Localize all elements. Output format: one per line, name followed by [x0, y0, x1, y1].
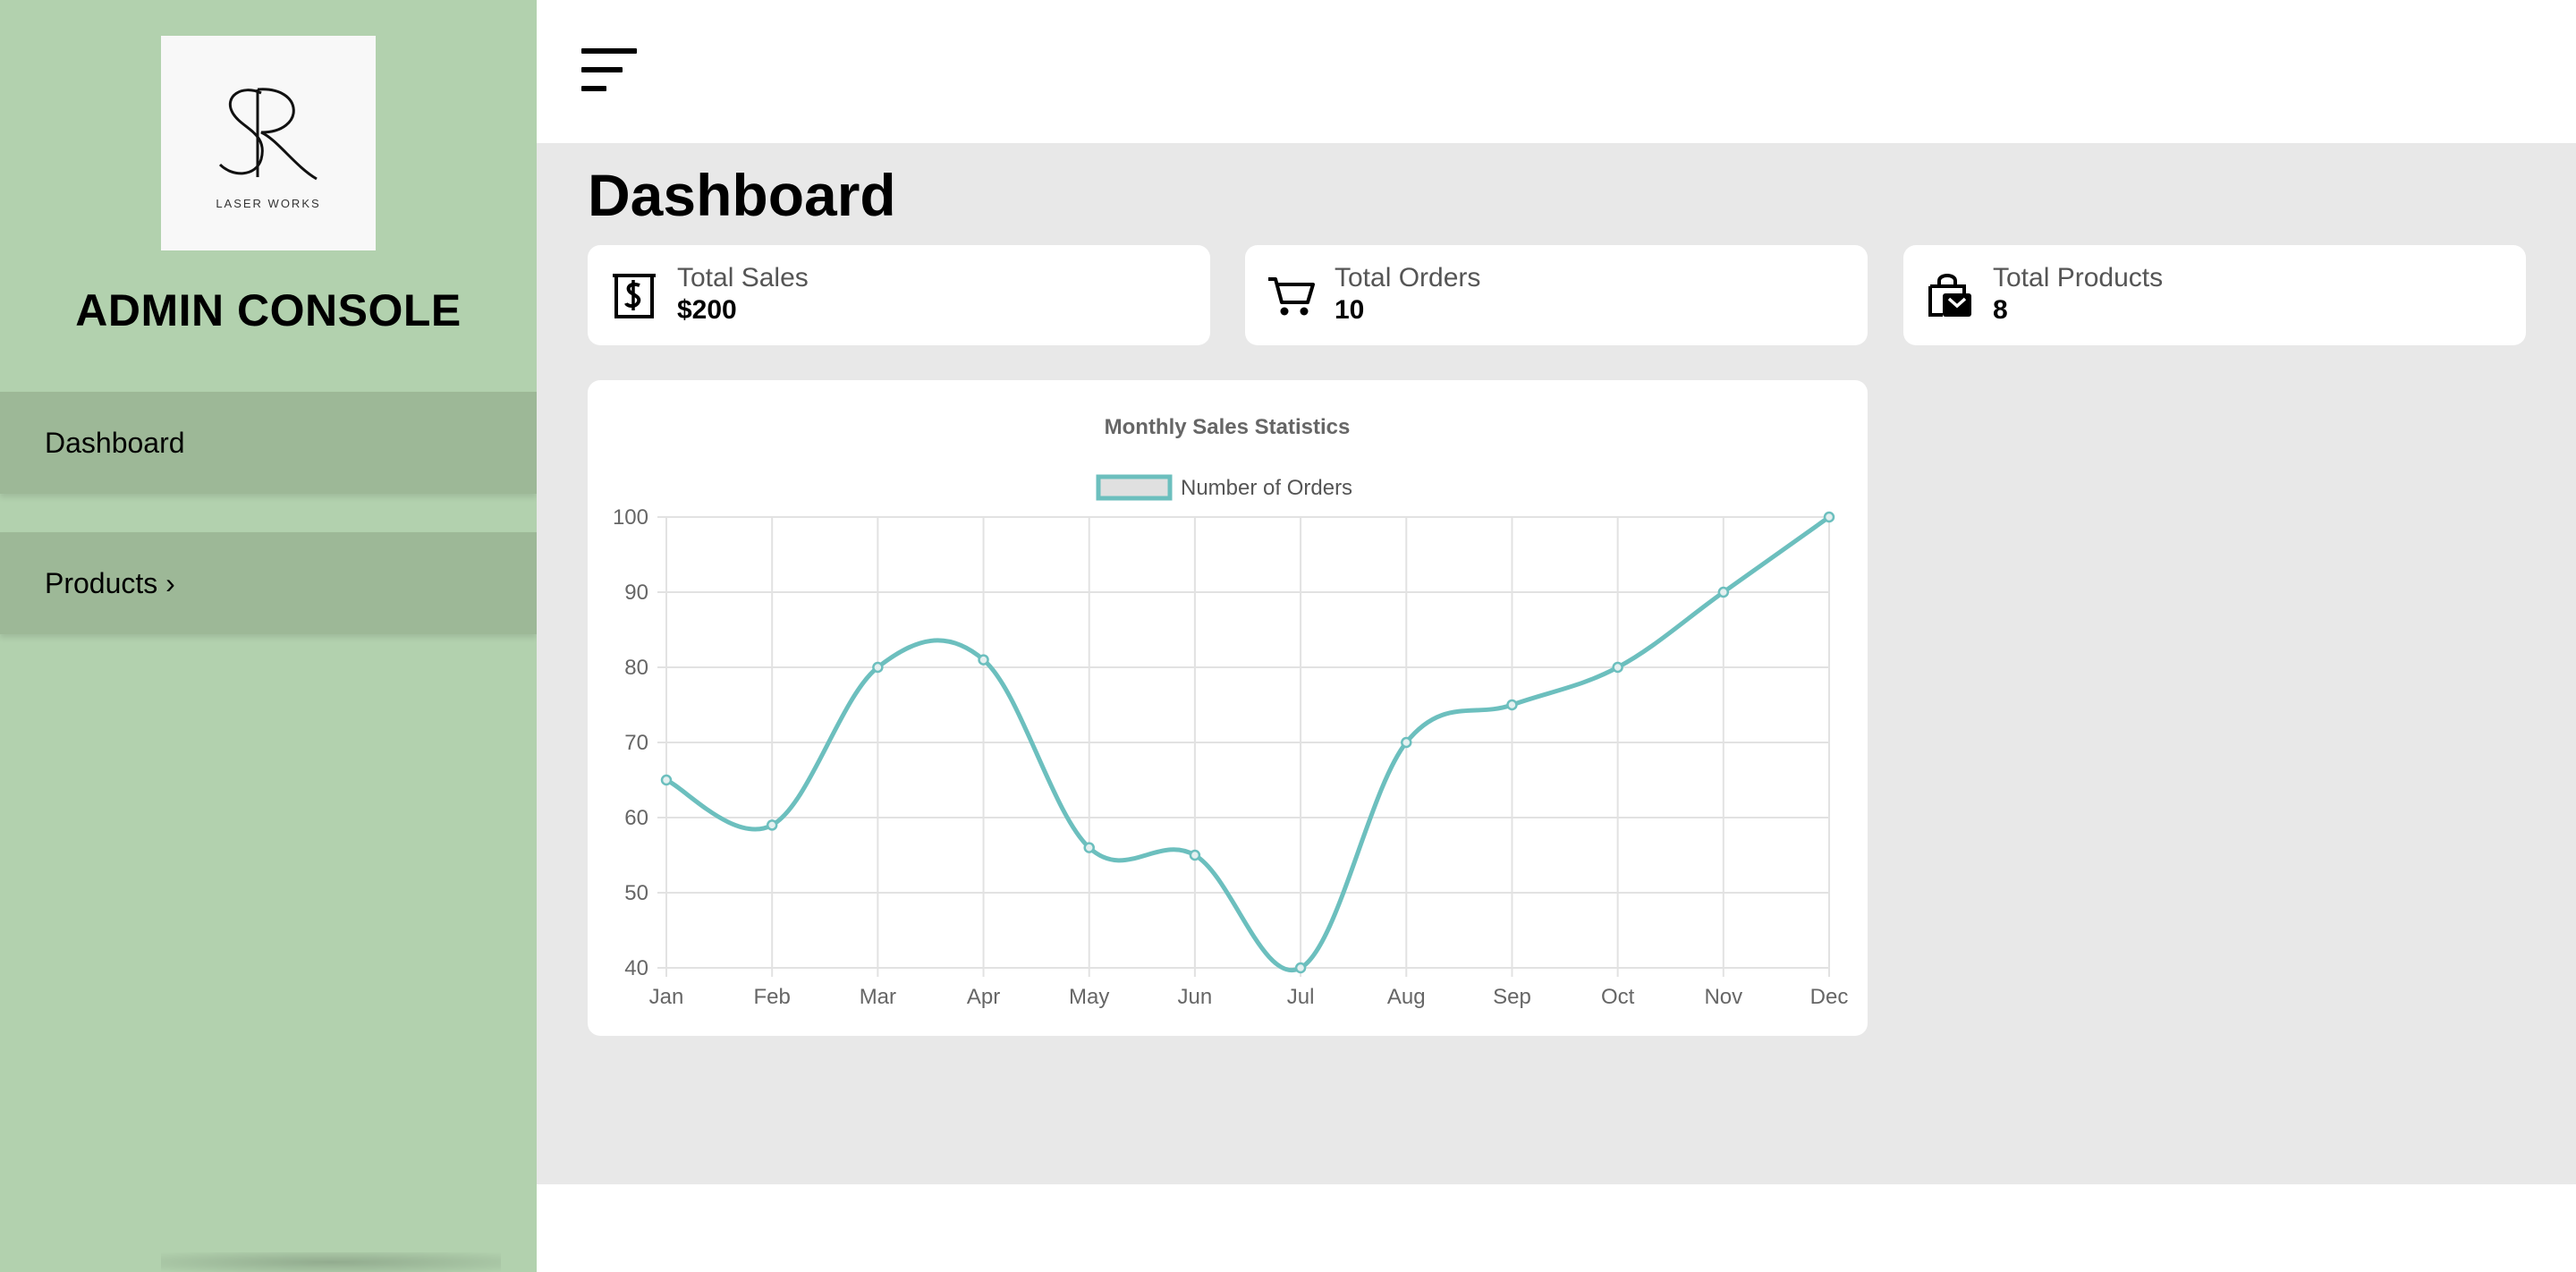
y-tick-label: 50 — [624, 881, 648, 905]
shopping-bag-icon — [1928, 274, 1971, 317]
sidebar-item-products[interactable]: Products › — [0, 532, 537, 634]
x-tick-label: Jul — [1287, 985, 1315, 1009]
data-point-dec — [1823, 511, 1835, 523]
data-point-oct — [1612, 661, 1623, 674]
x-tick-label: Dec — [1810, 985, 1849, 1009]
data-point-may — [1083, 842, 1095, 853]
y-tick-label: 60 — [624, 806, 648, 830]
legend-label: Number of Orders — [1181, 476, 1352, 500]
chart-title: Monthly Sales Statistics — [1105, 415, 1351, 439]
footer-band — [537, 1184, 2576, 1272]
data-point-nov — [1717, 586, 1730, 598]
stat-card-total-orders: Total Orders 10 — [1245, 245, 1868, 345]
legend-swatch — [1096, 474, 1173, 501]
data-point-jul — [1294, 962, 1307, 974]
data-point-aug — [1401, 736, 1412, 749]
sidebar-item-dashboard[interactable]: Dashboard — [0, 392, 537, 494]
sr-monogram-logo-icon — [218, 87, 318, 180]
data-point-jan — [660, 774, 673, 786]
x-tick-label: Nov — [1704, 985, 1742, 1009]
y-tick-label: 40 — [624, 956, 648, 980]
data-point-mar — [872, 661, 884, 674]
card-label: Total Products — [1993, 263, 2164, 293]
x-tick-label: Jan — [649, 985, 684, 1009]
logo-subtitle: LASER WORKS — [216, 196, 321, 210]
card-value: $200 — [677, 295, 737, 325]
console-title: ADMIN CONSOLE — [75, 285, 462, 335]
receipt-dollar-icon — [613, 274, 656, 318]
sidebar-item-label: Dashboard — [45, 426, 185, 459]
data-point-jun — [1189, 849, 1201, 861]
data-point-apr — [978, 654, 989, 666]
card-label: Total Sales — [677, 263, 809, 293]
y-tick-label: 70 — [624, 731, 648, 755]
stat-card-total-sales: Total Sales $200 — [588, 245, 1210, 345]
x-tick-label: Sep — [1493, 985, 1531, 1009]
x-tick-label: Apr — [967, 985, 1000, 1009]
card-label: Total Orders — [1335, 263, 1481, 293]
x-tick-label: Feb — [754, 985, 791, 1009]
page-title: Dashboard — [588, 162, 896, 228]
sidebar-bottom-shadow — [161, 1252, 501, 1272]
data-point-sep — [1506, 699, 1518, 711]
sidebar: LASER WORKS ADMIN CONSOLE Dashboard Prod… — [0, 0, 537, 1272]
hamburger-menu-icon[interactable] — [581, 48, 637, 93]
x-tick-label: May — [1069, 985, 1109, 1009]
y-tick-label: 80 — [624, 656, 648, 680]
x-tick-label: Oct — [1601, 985, 1635, 1009]
monthly-sales-chart: Monthly Sales Statistics Number of Orders… — [613, 415, 1849, 1009]
shopping-cart-icon — [1268, 277, 1315, 316]
monthly-sales-chart-card: Monthly Sales Statistics Number of Orders… — [588, 380, 1868, 1036]
y-tick-label: 90 — [624, 581, 648, 605]
card-value: 8 — [1993, 295, 2008, 325]
x-tick-label: Aug — [1387, 985, 1426, 1009]
sidebar-item-label: Products › — [45, 566, 175, 599]
y-tick-label: 100 — [613, 505, 648, 530]
top-bar — [537, 0, 2576, 143]
stat-card-total-products: Total Products 8 — [1903, 245, 2526, 345]
x-tick-label: Mar — [860, 985, 896, 1009]
data-point-feb — [766, 819, 778, 831]
x-tick-label: Jun — [1178, 985, 1213, 1009]
series-line-number-of-orders — [665, 514, 1831, 973]
card-value: 10 — [1335, 295, 1365, 325]
brand-logo: LASER WORKS — [161, 36, 376, 250]
